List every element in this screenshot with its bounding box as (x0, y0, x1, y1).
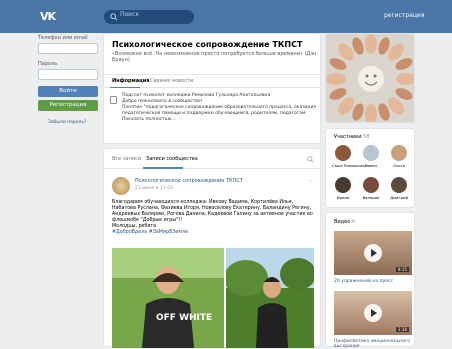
avatar (335, 177, 351, 193)
login-button[interactable]: Войти (38, 86, 98, 97)
members-count: 58 (363, 134, 370, 140)
member-item[interactable]: Валерия (360, 177, 382, 200)
member-name: Павел (364, 163, 378, 168)
group-cover-image[interactable] (325, 33, 415, 123)
more-icon[interactable]: ⋯ (308, 178, 314, 185)
video-duration: 8:15 (396, 267, 409, 272)
post-photo-2[interactable] (226, 248, 314, 348)
post-body-2: Молодцы, ребята (112, 224, 157, 229)
tab-community-posts[interactable]: Записи сообщества (146, 156, 198, 162)
member-item[interactable]: Дмитрий (388, 177, 410, 200)
group-tabs: Информация Свежие новости (104, 74, 322, 89)
group-info: Подслот психолог колледжа Ремизова Гульн… (103, 88, 321, 144)
post-date[interactable]: 23 июня в 11:03 (135, 186, 173, 191)
video-thumbnail[interactable]: 8:15 (334, 231, 412, 275)
videos-widget: Видео 4 8:15 20 упражнений на пресс 2:36… (325, 212, 415, 349)
play-icon (364, 304, 382, 322)
page-title: Психологическое сопровождение ТКПСТ (112, 40, 303, 49)
member-item[interactable]: Павел (360, 145, 382, 168)
post-text: Благодарим обучающихся колледжа: Ивкову … (112, 200, 317, 236)
member-name: Ирина (336, 195, 350, 200)
tab-info[interactable]: Информация (112, 78, 150, 84)
members-widget: Участники 58 Саша Ромашкина Павел Ольга … (325, 128, 415, 208)
avatar (363, 177, 379, 193)
photo-2-image (226, 248, 314, 348)
register-link[interactable]: регистрация (384, 12, 424, 19)
shirt-print: OFF WHITE (156, 313, 212, 323)
wall-feed: Все записи Записи сообщества Психологиче… (103, 148, 322, 348)
post-photo-1[interactable]: OFF WHITE (112, 248, 224, 348)
video-duration: 2:36 (396, 327, 409, 332)
post-author[interactable]: Психологическое сопровождение ТКПСТ (135, 178, 243, 184)
play-icon (364, 244, 382, 262)
tab-news[interactable]: Свежие новости (150, 78, 193, 84)
cover-image (326, 34, 414, 122)
vk-logo[interactable]: VK (40, 10, 60, 23)
video-title[interactable]: Профилактика эмоционального выгорания (334, 339, 414, 349)
search-icon[interactable] (307, 156, 314, 163)
top-bar: VK Поиск регистрация (0, 0, 452, 33)
members-title[interactable]: Участники 58 (334, 134, 369, 140)
avatar (335, 145, 351, 161)
member-item[interactable]: Ирина (332, 177, 354, 200)
avatar (391, 177, 407, 193)
member-name: Валерия (362, 195, 380, 200)
member-item[interactable]: Ольга (388, 145, 410, 168)
feed-tab-indicator (143, 167, 183, 169)
photo-1-image: OFF WHITE (112, 248, 224, 348)
feed-tabs: Все записи Записи сообщества (104, 149, 322, 169)
info-icon (110, 96, 117, 104)
videos-label: Видео (334, 219, 351, 225)
avatar (391, 145, 407, 161)
video-thumbnail[interactable]: 2:36 (334, 291, 412, 335)
post-body: Благодарим обучающихся колледжа: Ивкову … (112, 200, 313, 223)
forgot-password-link[interactable]: Забыли пароль? (48, 120, 86, 125)
post-hashtags[interactable]: #ДоброВдела #ЗаМирВЗемле (112, 230, 188, 235)
member-name: Саша Ромашкина (332, 163, 367, 168)
member-name: Дмитрий (390, 195, 408, 200)
info-text: Подслот психолог колледжа Ремизова Гульн… (122, 93, 317, 122)
register-button[interactable]: Регистрация (38, 100, 98, 111)
post-avatar[interactable] (112, 177, 130, 195)
search-icon (110, 13, 118, 21)
members-label: Участники (334, 134, 362, 140)
search-placeholder: Поиск (120, 11, 140, 18)
videos-count: 4 (351, 219, 356, 225)
search-input[interactable]: Поиск (104, 10, 194, 24)
tab-all-posts[interactable]: Все записи (112, 156, 141, 162)
member-item[interactable]: Саша Ромашкина (332, 145, 367, 168)
videos-title[interactable]: Видео 4 (334, 219, 355, 225)
group-status: «Возможно всё. На невозможное просто пот… (112, 51, 317, 63)
group-header: Психологическое сопровождение ТКПСТ «Воз… (103, 33, 322, 89)
member-name: Ольга (393, 163, 405, 168)
avatar (363, 145, 379, 161)
login-actions: Войти Регистрация Забыли пароль? (36, 33, 101, 183)
video-title[interactable]: 20 упражнений на пресс (334, 279, 414, 284)
